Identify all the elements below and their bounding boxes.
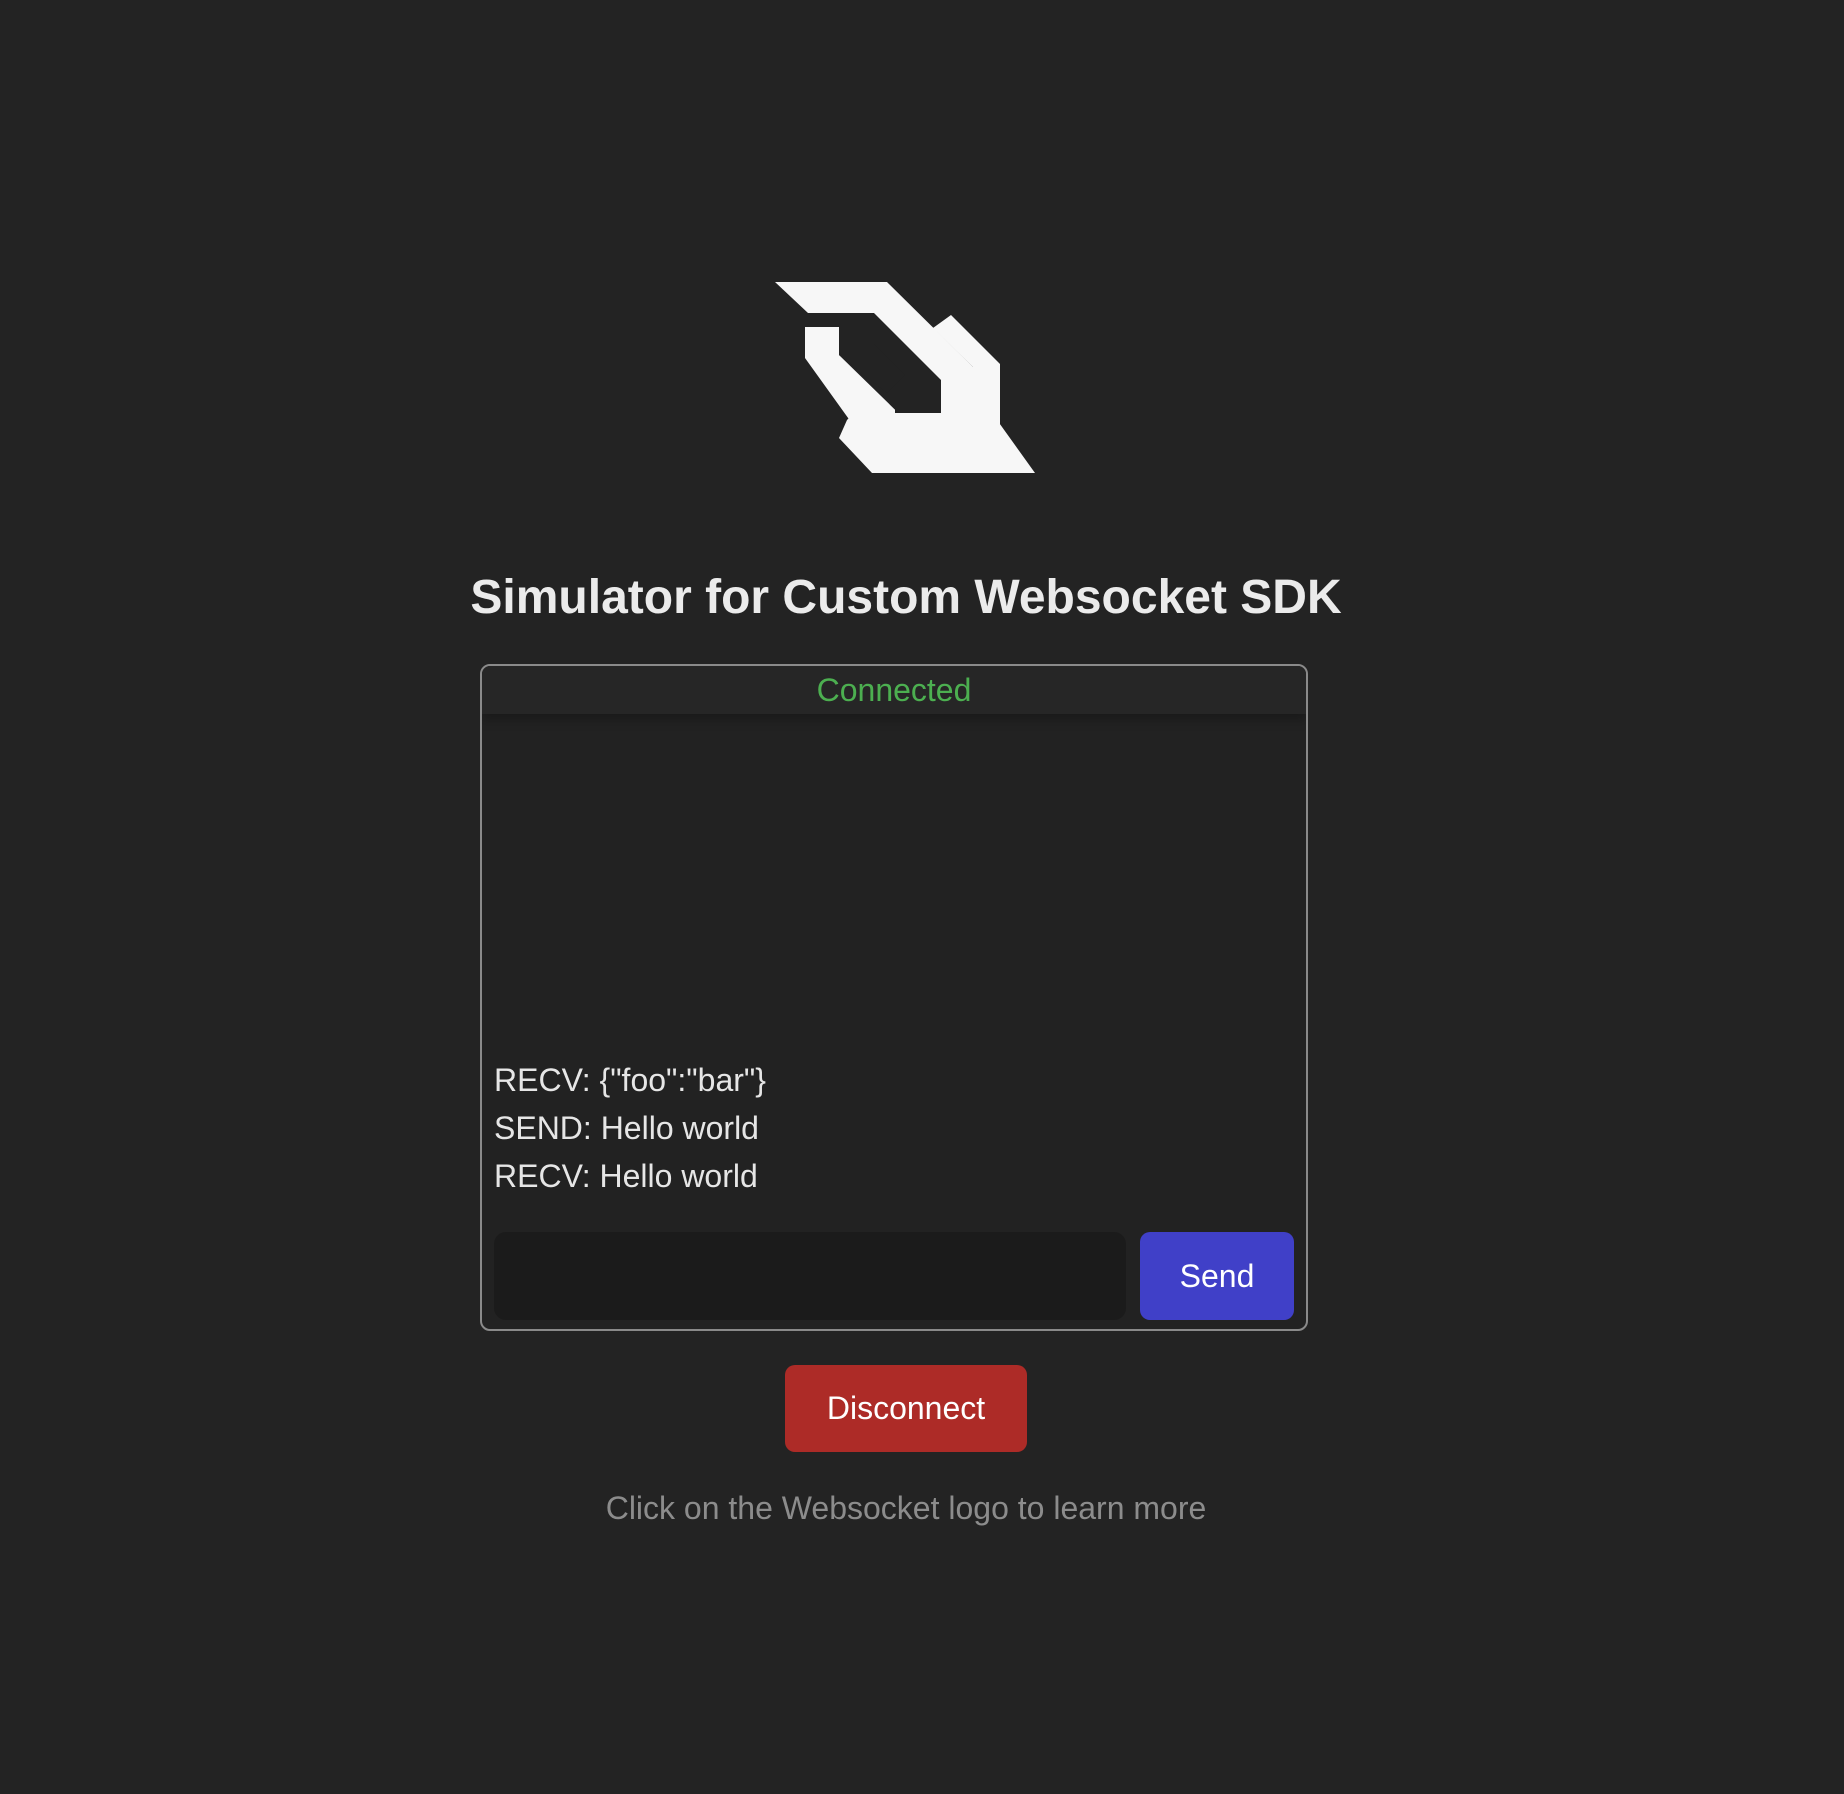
connection-status: Connected [482, 666, 1306, 714]
websocket-console: Connected RECV: {"foo":"bar"} SEND: Hell… [480, 664, 1308, 1331]
page: Simulator for Custom Websocket SDK Conne… [0, 0, 1844, 1794]
message-log: RECV: {"foo":"bar"} SEND: Hello world RE… [494, 1056, 766, 1200]
log-line: RECV: Hello world [494, 1158, 758, 1194]
log-line: RECV: {"foo":"bar"} [494, 1062, 766, 1098]
send-button[interactable]: Send [1140, 1232, 1294, 1320]
page-title: Simulator for Custom Websocket SDK [470, 571, 1342, 624]
message-input-row: Send [494, 1232, 1294, 1320]
log-line: SEND: Hello world [494, 1110, 759, 1146]
websocket-logo-icon [775, 282, 1035, 473]
learn-more-hint: Click on the Websocket logo to learn mor… [605, 1490, 1207, 1526]
websocket-logo-link[interactable] [775, 280, 1035, 475]
disconnect-button[interactable]: Disconnect [785, 1365, 1027, 1452]
message-input[interactable] [494, 1232, 1126, 1320]
